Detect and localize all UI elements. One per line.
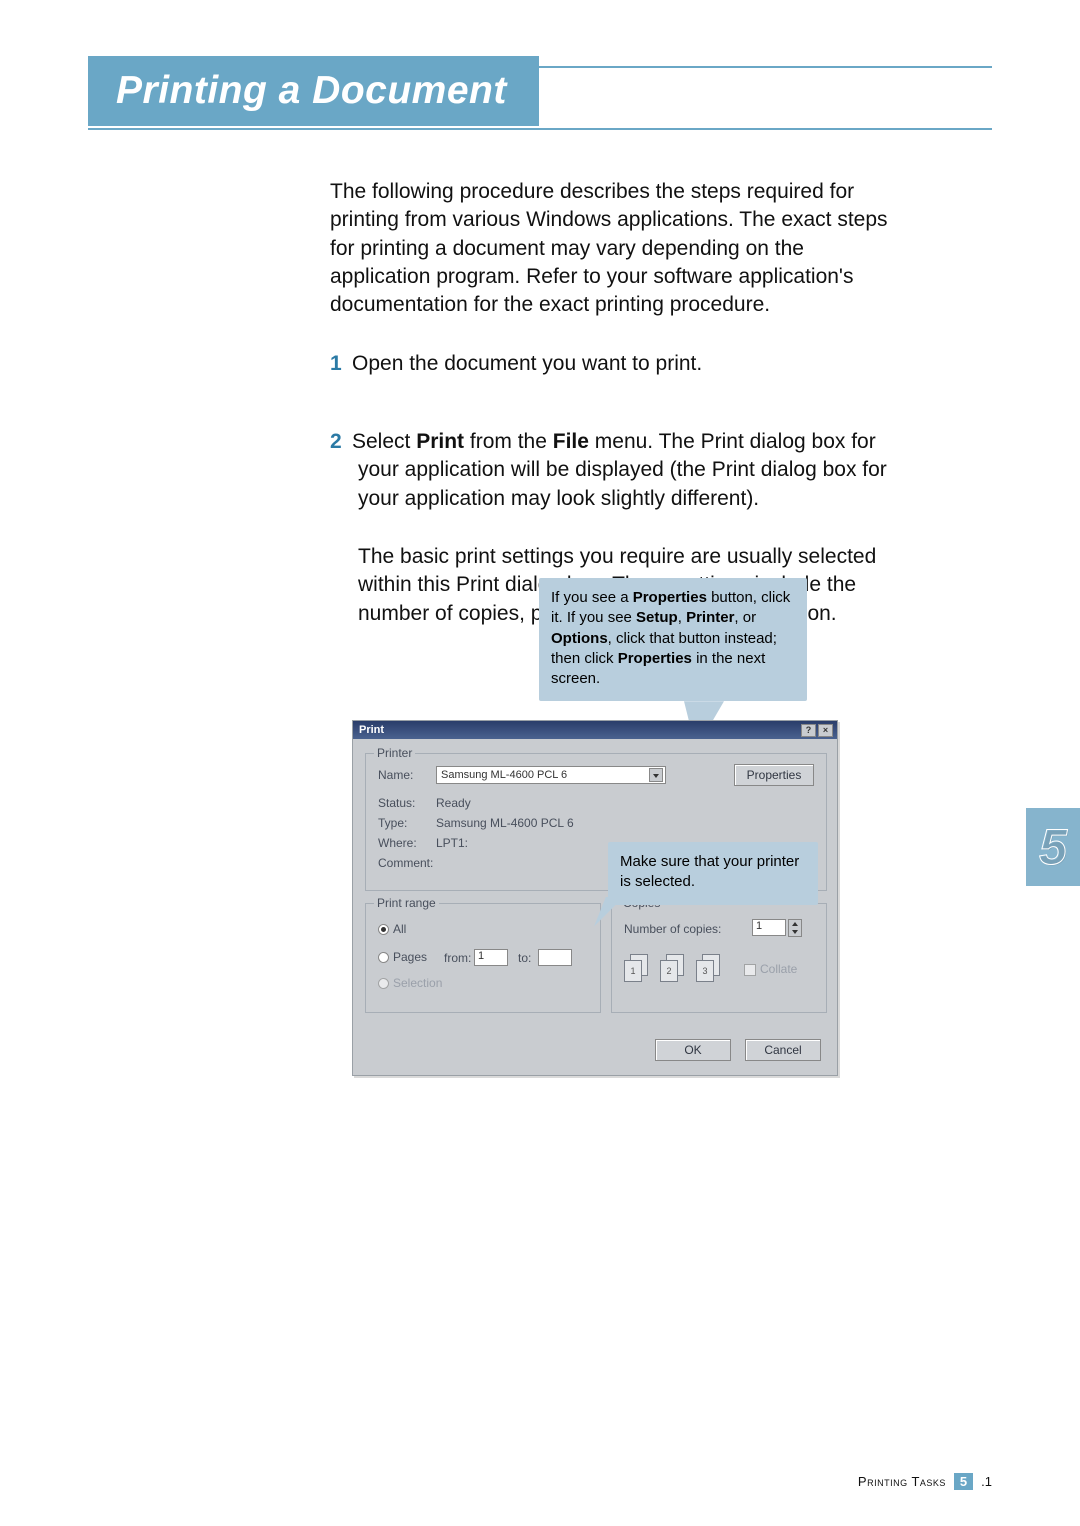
page-header: Printing a Document [88,56,992,126]
step-1-text: Open the document you want to print. [352,352,702,375]
cancel-button[interactable]: Cancel [745,1039,821,1061]
pages-to-input[interactable] [538,949,572,966]
chapter-tab-number: 5 [1039,818,1067,876]
label-from: from: [444,951,471,965]
copies-group: Copies Number of copies: 1 1 1 2 2 3 3 C… [611,903,827,1013]
sheet-icon: 3 [696,960,714,982]
radio-pages-label: Pages [393,950,427,964]
footer-page-number: .1 [981,1474,992,1489]
collate-icon-3: 3 3 [696,954,728,982]
callout1-t1: If you see a [551,589,633,606]
dialog-titlebar[interactable]: Print ? × [353,721,837,739]
step-2-print-bold: Print [416,430,464,453]
step-1-number: 1 [330,350,352,378]
callout1-t4: , or [734,609,756,626]
printer-name-dropdown[interactable]: Samsung ML-4600 PCL 6 [436,766,666,784]
callout1-b1: Properties [633,589,707,606]
collate-icon-2: 2 2 [660,954,692,982]
copies-input[interactable]: 1 [752,919,786,936]
callout1-b3: Printer [686,609,734,626]
pages-from-input[interactable]: 1 [474,949,508,966]
sheet-icon: 1 [624,960,642,982]
ok-button[interactable]: OK [655,1039,731,1061]
value-type: Samsung ML-4600 PCL 6 [436,816,574,830]
label-number-of-copies: Number of copies: [624,922,721,936]
step-2-file-bold: File [553,430,589,453]
label-where: Where: [378,836,417,850]
header-rule-top [518,66,992,68]
label-status: Status: [378,796,415,810]
footer-chapter-badge: 5 [954,1473,973,1490]
radio-selection-label: Selection [393,976,442,990]
page-title: Printing a Document [88,56,539,126]
collate-icon-1: 1 1 [624,954,656,982]
properties-button[interactable]: Properties [734,764,814,786]
radio-all[interactable]: All [378,922,406,936]
value-where: LPT1: [436,836,468,850]
callout1-b5: Properties [618,650,692,667]
label-comment: Comment: [378,856,433,870]
callout1-b2: Setup [636,609,678,626]
printer-name-value: Samsung ML-4600 PCL 6 [441,769,567,781]
radio-all-icon[interactable] [378,924,389,935]
chapter-tab: 5 [1026,808,1080,886]
radio-all-label: All [393,922,406,936]
step-2-number: 2 [330,428,352,456]
collate-label: Collate [760,962,797,976]
callout1-t3: , [678,609,686,626]
radio-selection: Selection [378,976,442,990]
step-2-text-b: from the [464,430,553,453]
page-footer: Printing Tasks 5 .1 [858,1473,992,1490]
value-status: Ready [436,796,471,810]
sheet-icon: 2 [660,960,678,982]
collate-checkbox: Collate [744,962,797,976]
step-1: 1Open the document you want to print. [330,350,890,378]
header-rule-bottom [88,128,992,130]
help-icon[interactable]: ? [801,724,816,737]
step-2-text-a: Select [352,430,416,453]
print-range-label: Print range [374,896,439,910]
footer-section: Printing Tasks [858,1474,946,1489]
label-name: Name: [378,768,413,782]
print-range-group: Print range All Pages from: 1 to: Select… [365,903,601,1013]
callout-properties-tip: If you see a Properties button, click it… [539,578,807,701]
radio-pages-icon[interactable] [378,952,389,963]
close-icon[interactable]: × [818,724,833,737]
label-type: Type: [378,816,407,830]
radio-pages[interactable]: Pages [378,950,427,964]
dialog-title: Print [359,724,384,736]
intro-paragraph: The following procedure describes the st… [330,178,890,320]
printer-group-label: Printer [374,746,415,760]
label-to: to: [518,951,531,965]
copies-spinner[interactable] [788,919,802,937]
chevron-down-icon[interactable] [649,768,663,782]
radio-selection-icon [378,978,389,989]
callout2-text: Make sure that your printer is selected. [620,853,799,890]
collate-checkbox-icon [744,964,756,976]
callout-printer-selected: Make sure that your printer is selected. [608,842,818,905]
callout1-b4: Options [551,630,608,647]
step-2: 2Select Print from the File menu. The Pr… [330,428,890,513]
